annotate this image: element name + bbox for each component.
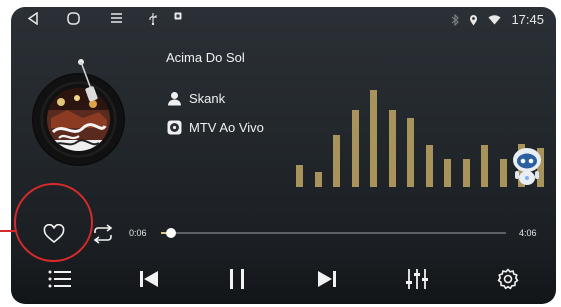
equalizer-settings-icon [406, 269, 428, 289]
back-triangle-icon[interactable] [27, 12, 39, 25]
album-row: MTV Ao Vivo [166, 119, 264, 135]
next-button[interactable] [314, 262, 340, 296]
progress-knob[interactable] [166, 228, 177, 238]
equalizer-bar [444, 159, 451, 187]
clock: 17:45 [511, 12, 544, 27]
album-name: MTV Ao Vivo [189, 119, 264, 135]
previous-button[interactable] [136, 262, 162, 296]
usb-icon [148, 12, 158, 25]
equalizer-bar [425, 145, 433, 187]
highlight-pointer-line [0, 230, 16, 232]
equalizer-bar [351, 110, 359, 187]
bluetooth-icon [451, 13, 460, 26]
playlist-icon [48, 270, 71, 288]
previous-icon [140, 271, 158, 287]
equalizer-bar [462, 159, 470, 187]
equalizer-bar [296, 165, 303, 187]
status-right: 17:45 [451, 12, 544, 27]
pause-button[interactable] [224, 262, 250, 296]
location-icon [469, 14, 478, 26]
equalizer-settings-button[interactable] [403, 262, 431, 296]
home-circle-icon[interactable] [67, 12, 80, 25]
current-time: 0:06 [129, 228, 147, 238]
settings-button[interactable] [494, 262, 522, 296]
artist-row: Skank [166, 90, 225, 106]
gear-icon [497, 268, 519, 290]
progress-slider[interactable] [161, 228, 506, 238]
music-player-screen: 17:45 Acima Do Sol Skank MTV Ao Vivo 0:0… [11, 7, 556, 304]
disc-icon [166, 119, 182, 135]
equalizer-bar [370, 90, 377, 187]
tonearm-icon [78, 59, 98, 102]
equalizer-bar [481, 145, 488, 187]
square-dot-icon [174, 12, 182, 20]
equalizer-bar [407, 118, 414, 187]
equalizer-bar [333, 135, 340, 187]
equalizer-bar [499, 159, 507, 187]
next-icon [318, 271, 336, 287]
pause-icon [230, 269, 244, 289]
track-title: Acima Do Sol [166, 50, 245, 65]
status-bar: 17:45 [11, 7, 556, 33]
total-time: 4:06 [519, 228, 537, 238]
artist-name: Skank [189, 90, 226, 106]
equalizer-bar [388, 110, 396, 187]
repeat-icon[interactable] [90, 224, 116, 244]
highlight-circle-annotation [14, 183, 93, 262]
wifi-icon [488, 14, 501, 25]
equalizer-visualizer [296, 47, 546, 187]
voice-assistant-robot-icon[interactable] [511, 145, 543, 187]
equalizer-bar [314, 172, 322, 187]
playlist-button[interactable] [46, 262, 74, 296]
person-icon [166, 90, 182, 106]
menu-lines-icon[interactable] [110, 12, 123, 24]
